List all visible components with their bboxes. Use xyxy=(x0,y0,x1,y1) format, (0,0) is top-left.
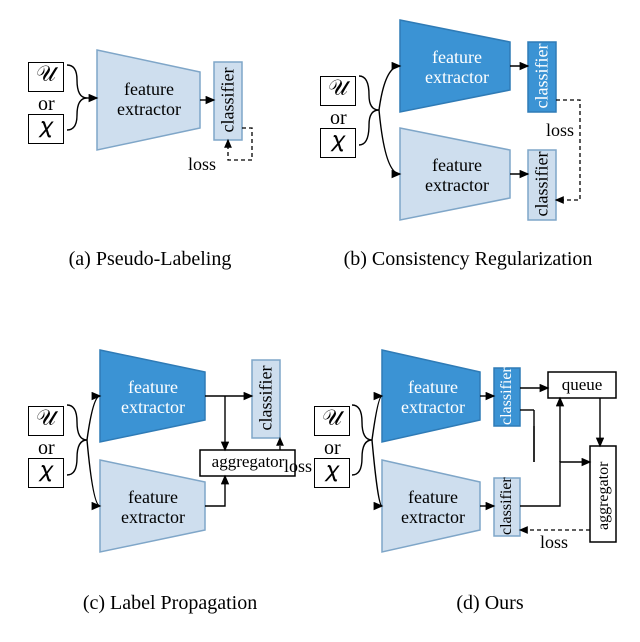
caption-a: (a) Pseudo-Labeling xyxy=(30,248,270,271)
feature-extractor-label-c-bottom: featureextractor xyxy=(112,488,194,528)
loss-label-c: loss xyxy=(284,456,312,477)
classifier-label-d-bottom: classifier xyxy=(498,479,516,535)
feature-extractor-label-b-bottom: featureextractor xyxy=(416,156,498,196)
feature-extractor-label-d-bottom: featureextractor xyxy=(394,488,472,528)
classifier-label-b-bottom: classifier xyxy=(532,157,553,217)
input-chi-c: 𝜒 xyxy=(28,458,64,488)
input-u-b: 𝒰 xyxy=(320,76,356,106)
aggregator-label-c: aggregator xyxy=(202,453,294,472)
input-u-d: 𝒰 xyxy=(314,406,350,436)
classifier-label-a: classifier xyxy=(218,73,239,133)
aggregator-label-d: aggregator xyxy=(595,460,613,530)
loss-label-a: loss xyxy=(188,154,216,175)
caption-c: (c) Label Propagation xyxy=(50,592,290,615)
input-chi-a: 𝜒 xyxy=(28,114,64,144)
input-u-a: 𝒰 xyxy=(28,62,64,92)
queue-label-d: queue xyxy=(550,376,614,395)
feature-extractor-label-c-top: featureextractor xyxy=(112,378,194,418)
classifier-label-c: classifier xyxy=(256,371,277,431)
caption-b: (b) Consistency Regularization xyxy=(318,248,618,271)
feature-extractor-label-d-top: featureextractor xyxy=(394,378,472,418)
loss-label-b: loss xyxy=(546,120,574,141)
classifier-label-b-top: classifier xyxy=(532,49,553,109)
feature-extractor-label-a: featureextractor xyxy=(108,80,190,120)
feature-extractor-label-b-top: featureextractor xyxy=(416,48,498,88)
caption-d: (d) Ours xyxy=(420,592,560,615)
input-chi-b: 𝜒 xyxy=(320,128,356,158)
input-u-c: 𝒰 xyxy=(28,406,64,436)
classifier-label-d-top: classifier xyxy=(498,369,516,425)
input-chi-d: 𝜒 xyxy=(314,458,350,488)
loss-label-d: loss xyxy=(540,532,568,553)
